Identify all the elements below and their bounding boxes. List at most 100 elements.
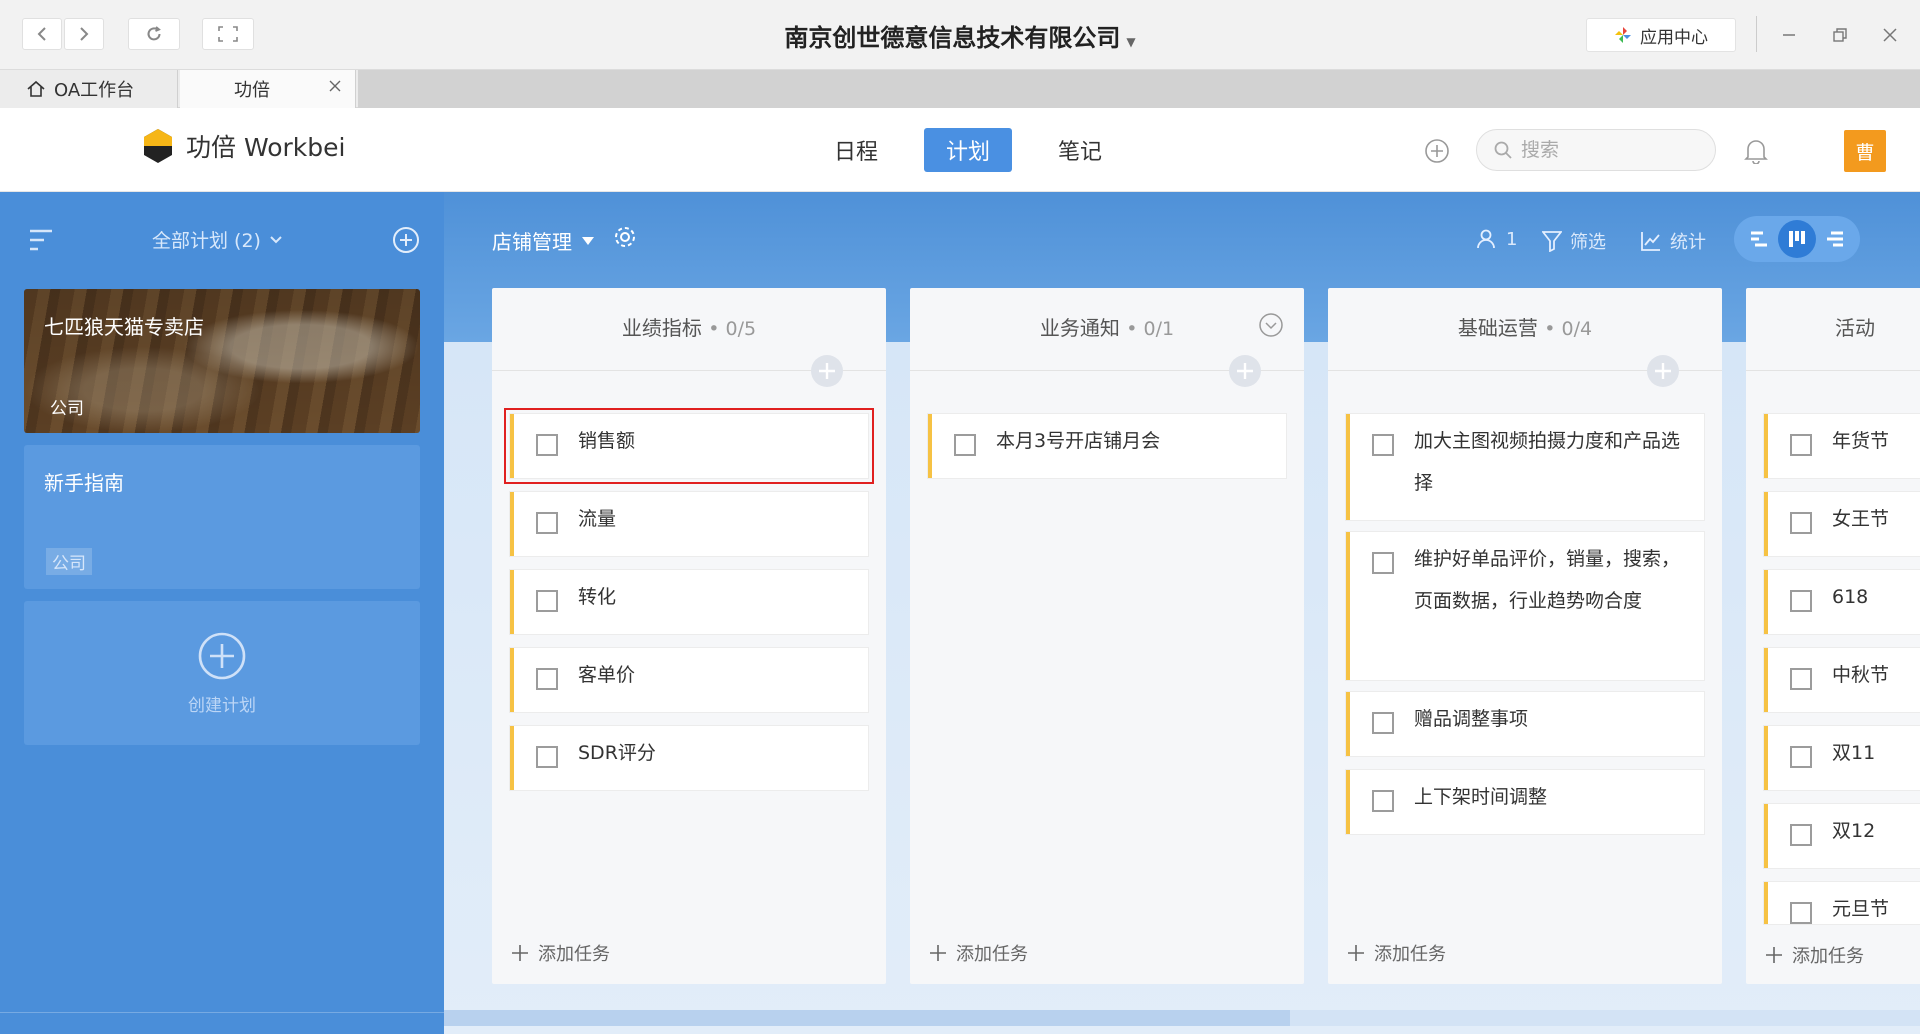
forward-button[interactable] [64, 18, 104, 50]
tab-oa-workbench[interactable]: OA工作台 [0, 70, 178, 108]
column-collapse-button[interactable] [1258, 312, 1284, 342]
company-name: 南京创世德意信息技术有限公司 [784, 24, 1121, 52]
task-card[interactable]: 中秋节 [1764, 648, 1920, 712]
app-center-label: 应用中心 [1640, 27, 1708, 48]
add-task-button[interactable]: 添加任务 [1764, 942, 1864, 968]
scrollbar-thumb[interactable] [444, 1010, 1290, 1026]
add-task-button[interactable]: 添加任务 [1346, 940, 1446, 966]
app-center-button[interactable]: 应用中心 [1586, 18, 1736, 52]
search-input[interactable] [1521, 139, 1691, 161]
search-box[interactable] [1476, 129, 1716, 171]
tab-gongbei[interactable]: 功倍 [180, 70, 356, 108]
user-avatar[interactable]: 曹 [1844, 130, 1886, 172]
task-card[interactable]: 加大主图视频拍摄力度和产品选择 [1346, 414, 1704, 520]
plan-card-guide[interactable]: 新手指南 公司 [24, 445, 420, 589]
task-checkbox[interactable] [1790, 824, 1812, 846]
list-view-button[interactable] [1816, 220, 1854, 258]
gantt-view-button[interactable] [1740, 220, 1778, 258]
task-checkbox[interactable] [1372, 790, 1394, 812]
task-checkbox[interactable] [1790, 668, 1812, 690]
task-title: 元旦节 [1832, 898, 1890, 920]
task-card[interactable]: 流量 [510, 492, 868, 556]
task-checkbox[interactable] [536, 746, 558, 768]
task-checkbox[interactable] [536, 668, 558, 690]
board-title: 店铺管理 [492, 230, 572, 254]
column-operations: 基础运营 • 0/4 加大主图视频拍摄力度和产品选择 维护好单品评价，销量，搜索… [1328, 288, 1722, 984]
task-checkbox[interactable] [1372, 434, 1394, 456]
task-checkbox[interactable] [1790, 746, 1812, 768]
refresh-button[interactable] [128, 18, 180, 50]
logo-text: 功倍 Workbei [186, 133, 346, 162]
restore-button[interactable] [1824, 20, 1856, 50]
filter-label: 筛选 [1570, 232, 1606, 253]
filter-icon [1542, 231, 1562, 252]
chevron-right-icon [80, 27, 89, 41]
nav-tab-notes[interactable]: 笔记 [1036, 128, 1124, 172]
task-checkbox[interactable] [1372, 552, 1394, 574]
task-card[interactable]: 双11 [1764, 726, 1920, 790]
workbei-logo[interactable]: 功倍 Workbei [142, 128, 345, 164]
add-task-button[interactable]: 添加任务 [928, 940, 1028, 966]
task-card[interactable]: 年货节 [1764, 414, 1920, 478]
task-card[interactable]: 维护好单品评价，销量，搜索，页面数据，行业趋势吻合度 [1346, 532, 1704, 680]
task-card[interactable]: 女王节 [1764, 492, 1920, 556]
stats-button[interactable]: 统计 [1640, 228, 1706, 254]
task-checkbox[interactable] [1790, 434, 1812, 456]
task-checkbox[interactable] [954, 434, 976, 456]
column-add-button[interactable] [1228, 354, 1262, 392]
task-checkbox[interactable] [1790, 590, 1812, 612]
task-card[interactable]: 元旦节 [1764, 882, 1920, 924]
task-card[interactable]: 赠品调整事项 [1346, 692, 1704, 756]
task-card[interactable]: 本月3号开店铺月会 [928, 414, 1286, 478]
task-checkbox[interactable] [1790, 512, 1812, 534]
notifications-button[interactable] [1744, 138, 1768, 168]
main-nav: 日程 计划 笔记 [812, 128, 1124, 172]
close-window-button[interactable] [1874, 20, 1906, 50]
filter-button[interactable]: 筛选 [1542, 228, 1606, 254]
kanban-view-button[interactable] [1778, 220, 1816, 258]
nav-tab-schedule[interactable]: 日程 [812, 128, 900, 172]
task-checkbox[interactable] [1372, 712, 1394, 734]
column-divider [1746, 370, 1920, 371]
members-button[interactable]: 1 [1476, 228, 1517, 250]
fullscreen-button[interactable] [202, 18, 254, 50]
task-checkbox[interactable] [1790, 902, 1812, 924]
add-task-button[interactable]: 添加任务 [510, 940, 610, 966]
create-plan-card[interactable]: 创建计划 [24, 601, 420, 745]
back-button[interactable] [22, 18, 62, 50]
plan-card-septwolves[interactable]: 七匹狼天猫专卖店 公司 [24, 289, 420, 433]
view-switcher [1734, 216, 1860, 262]
add-plan-button[interactable] [392, 226, 420, 258]
task-title: 年货节 [1832, 430, 1890, 452]
task-card[interactable]: 上下架时间调整 [1346, 770, 1704, 834]
task-checkbox[interactable] [536, 434, 558, 456]
task-card[interactable]: 销售额 [504, 408, 874, 484]
task-card[interactable]: 转化 [510, 570, 868, 634]
minimize-button[interactable] [1773, 20, 1805, 50]
all-plans-dropdown[interactable]: 全部计划 (2) [152, 226, 283, 253]
task-title: 本月3号开店铺月会 [996, 430, 1161, 452]
close-tab-button[interactable] [327, 78, 343, 99]
sidebar-menu-button[interactable] [28, 228, 54, 256]
column-add-button[interactable] [810, 354, 844, 392]
column-activities: 活动 年货节 女王节 618 中秋节 双11 双12 元旦节 添加任务 [1746, 288, 1920, 984]
task-title: SDR评分 [578, 742, 656, 764]
task-card[interactable]: 客单价 [510, 648, 868, 712]
nav-tab-plan[interactable]: 计划 [924, 128, 1013, 172]
task-card[interactable]: 双12 [1764, 804, 1920, 868]
task-checkbox[interactable] [536, 512, 558, 534]
task-card[interactable]: 618 [1764, 570, 1920, 634]
plus-circle-icon [393, 227, 419, 253]
column-add-button[interactable] [1646, 354, 1680, 392]
add-button[interactable] [1424, 138, 1450, 168]
task-checkbox[interactable] [536, 590, 558, 612]
board-settings-button[interactable] [612, 224, 638, 254]
board-title-dropdown[interactable]: 店铺管理 [492, 226, 594, 255]
column-name: 基础运营 [1457, 316, 1538, 340]
board-horizontal-scrollbar[interactable] [444, 1010, 1920, 1026]
user-icon [1477, 229, 1495, 249]
add-task-label: 添加任务 [956, 944, 1028, 965]
task-card[interactable]: SDR评分 [510, 726, 868, 790]
bell-icon [1744, 140, 1768, 165]
tab-label: 功倍 [234, 80, 270, 101]
